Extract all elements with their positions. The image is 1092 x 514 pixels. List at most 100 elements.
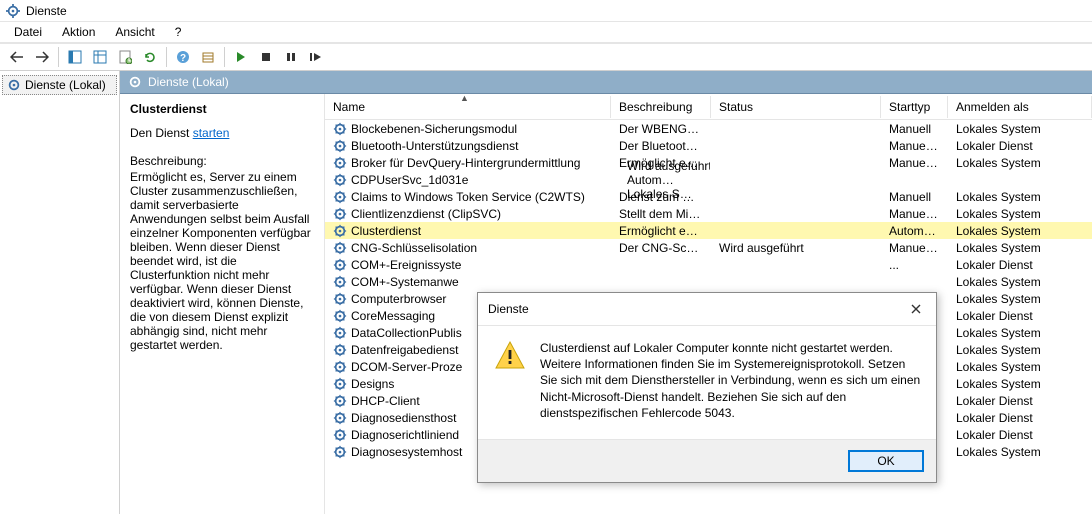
dialog-title-text: Dienste: [488, 302, 529, 316]
service-name: Diagnoserichtliniend: [351, 428, 459, 442]
gear-icon: [333, 190, 347, 204]
service-row[interactable]: CDPUserSvc_1d031eWird ausgeführtAutoma..…: [325, 171, 1092, 188]
service-name: CoreMessaging: [351, 309, 435, 323]
service-name: Datenfreigabedienst: [351, 343, 458, 357]
service-logon: Lokaler Dienst: [948, 258, 1092, 272]
service-row[interactable]: COM+-Ereignissyste...Lokaler Dienst: [325, 256, 1092, 273]
service-logon: Lokales System: [948, 326, 1092, 340]
service-logon: Lokales System: [948, 445, 1092, 459]
window-title: Dienste: [26, 4, 67, 18]
nav-forward-button[interactable]: [31, 46, 53, 68]
service-desc: Ermöglicht es,...: [611, 224, 711, 238]
service-start: Manuell...: [881, 207, 948, 221]
service-name: Claims to Windows Token Service (C2WTS): [351, 190, 585, 204]
service-name: Designs: [351, 377, 394, 391]
service-row[interactable]: Clusterdienst Ermöglicht es,... Automa...L…: [325, 222, 1092, 239]
service-row[interactable]: Clientlizenzdienst (ClipSVC)Stellt dem M…: [325, 205, 1092, 222]
stop-service-button[interactable]: [255, 46, 277, 68]
help-button[interactable]: ?: [172, 46, 194, 68]
refresh-button[interactable]: [139, 46, 161, 68]
dialog-ok-label: OK: [877, 454, 894, 468]
gear-icon: [333, 241, 347, 255]
service-desc: Der WBENGIN...: [611, 122, 711, 136]
service-name: Broker für DevQuery-Hintergrundermittlun…: [351, 156, 580, 170]
service-name: DCOM-Server-Proze: [351, 360, 462, 374]
description-text: Ermöglicht es, Server zu einem Cluster z…: [130, 170, 314, 352]
gear-icon: [333, 309, 347, 323]
service-logon: Lokales System: [948, 224, 1092, 238]
service-name: Diagnosesystemhost: [351, 445, 462, 459]
service-start: Automa...: [619, 173, 686, 187]
service-logon: Lokales System: [948, 207, 1092, 221]
error-dialog: Dienste Clusterdienst auf Lokaler Comput…: [477, 292, 937, 483]
services-icon: [128, 75, 142, 89]
service-desc: Stellt dem Mic...: [611, 207, 711, 221]
gear-icon: [333, 343, 347, 357]
export-button[interactable]: [197, 46, 219, 68]
menubar: Datei Aktion Ansicht ?: [0, 22, 1092, 42]
gear-icon: [333, 258, 347, 272]
restart-service-button[interactable]: [305, 46, 327, 68]
service-row[interactable]: Blockebenen-Sicherungsmodul Der WBENGIN..…: [325, 120, 1092, 137]
column-header-status[interactable]: Status: [711, 96, 881, 118]
tree-root-item[interactable]: Dienste (Lokal): [2, 75, 117, 95]
service-name: COM+-Systemanwe: [351, 275, 459, 289]
toolbar: ?: [0, 43, 1092, 71]
sort-ascending-icon: ▲: [460, 94, 469, 103]
service-name: Clusterdienst: [351, 224, 421, 238]
service-name: Blockebenen-Sicherungsmodul: [351, 122, 517, 136]
gear-icon: [333, 292, 347, 306]
service-logon: Lokales System: [948, 360, 1092, 374]
service-status: Wird ausgeführt: [619, 159, 711, 173]
service-start: Manuell: [881, 190, 948, 204]
gear-icon: [333, 326, 347, 340]
menu-action[interactable]: Aktion: [54, 23, 103, 41]
start-service-button[interactable]: [230, 46, 252, 68]
service-row[interactable]: Claims to Windows Token Service (C2WTS)D…: [325, 188, 1092, 205]
service-row[interactable]: CNG-SchlüsselisolationDer CNG-Schl...Wir…: [325, 239, 1092, 256]
properties-button[interactable]: [114, 46, 136, 68]
nav-back-button[interactable]: [6, 46, 28, 68]
column-header-logon[interactable]: Anmelden als: [948, 96, 1092, 118]
gear-icon: [333, 411, 347, 425]
column-header-desc[interactable]: Beschreibung: [611, 96, 711, 118]
gear-icon: [333, 173, 347, 187]
gear-icon: [333, 139, 347, 153]
service-desc: Der Bluetooth...: [611, 139, 711, 153]
list-header: ▲ Name Beschreibung Status Starttyp Anme…: [325, 94, 1092, 120]
export-list-button[interactable]: [89, 46, 111, 68]
menu-view[interactable]: Ansicht: [107, 23, 162, 41]
gear-icon: [333, 428, 347, 442]
pause-service-button[interactable]: [280, 46, 302, 68]
service-row[interactable]: COM+-Systemanwe Lokales System: [325, 273, 1092, 290]
description-label: Beschreibung:: [130, 154, 314, 168]
service-name: DataCollectionPublis: [351, 326, 462, 340]
service-name: CNG-Schlüsselisolation: [351, 241, 477, 255]
service-start: Manuell: [881, 122, 948, 136]
gear-icon: [333, 156, 347, 170]
service-logon: Lokales System: [948, 377, 1092, 391]
service-start: Manuell...: [881, 156, 948, 170]
dialog-close-button[interactable]: [904, 299, 928, 319]
start-link[interactable]: starten: [193, 126, 230, 140]
service-name: Bluetooth-Unterstützungsdienst: [351, 139, 518, 153]
menu-file[interactable]: Datei: [6, 23, 50, 41]
service-start: ...: [881, 258, 948, 272]
service-name: Diagnosediensthost: [351, 411, 456, 425]
show-hide-tree-button[interactable]: [64, 46, 86, 68]
dialog-message: Clusterdienst auf Lokaler Computer konnt…: [540, 340, 924, 421]
service-name: Computerbrowser: [351, 292, 446, 306]
content-header: Dienste (Lokal): [120, 71, 1092, 94]
gear-icon: [333, 377, 347, 391]
service-logon: Lokales System: [948, 343, 1092, 357]
service-logon: Lokales System: [948, 241, 1092, 255]
service-logon: Lokales System: [948, 275, 1092, 289]
service-row[interactable]: Bluetooth-Unterstützungsdienst Der Blueto…: [325, 137, 1092, 154]
dialog-ok-button[interactable]: OK: [848, 450, 924, 472]
dialog-body: Clusterdienst auf Lokaler Computer konnt…: [478, 326, 936, 439]
service-start: Automa...: [881, 224, 948, 238]
column-header-start[interactable]: Starttyp: [881, 96, 948, 118]
gear-icon: [333, 224, 347, 238]
menu-help[interactable]: ?: [167, 23, 190, 41]
action-prefix: Den Dienst: [130, 126, 193, 140]
